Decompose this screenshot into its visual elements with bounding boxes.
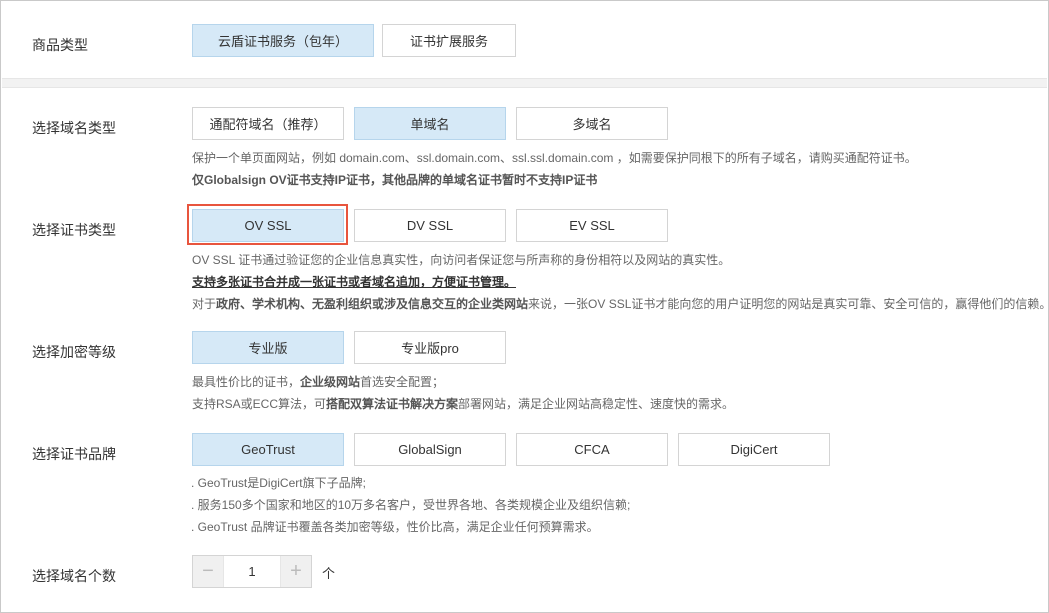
option-wildcard-domain[interactable]: 通配符域名（推荐） xyxy=(192,107,344,140)
option-cloud-shield-cert-annual[interactable]: 云盾证书服务（包年） xyxy=(192,24,374,57)
cert-type-desc-line2: 支持多张证书合并成一张证书或者域名追加，方便证书管理。 xyxy=(192,275,517,289)
option-ov-ssl[interactable]: OV SSL xyxy=(192,209,344,242)
option-geotrust[interactable]: GeoTrust xyxy=(192,433,344,466)
cert-brand-desc-line1: . GeoTrust是DigiCert旗下子品牌; xyxy=(191,476,366,490)
option-professional-pro[interactable]: 专业版pro xyxy=(354,331,506,364)
cert-brand-label: 选择证书品牌 xyxy=(32,446,116,462)
option-single-domain[interactable]: 单域名 xyxy=(354,107,506,140)
cert-brand-desc-line2: . 服务150多个国家和地区的10万多名客户，受世界各地、各类规模企业及组织信赖… xyxy=(191,498,631,512)
cert-type-desc-line1: OV SSL 证书通过验证您的企业信息真实性，向访问者保证您与所声称的身份相符以… xyxy=(192,253,731,267)
domain-count-label: 选择域名个数 xyxy=(32,568,116,584)
domain-count-input[interactable]: 1 xyxy=(223,556,281,587)
encryption-desc-line2-suffix: 部署网站，满足企业网站高稳定性、速度快的需求。 xyxy=(458,397,735,411)
domain-type-label: 选择域名类型 xyxy=(32,120,116,136)
cert-type-desc-line3: 对于政府、学术机构、无盈利组织或涉及信息交互的企业类网站来说，一张OV SSL证… xyxy=(192,293,1049,315)
decrement-button[interactable]: − xyxy=(193,556,223,587)
product-type-section xyxy=(2,2,1047,78)
encryption-desc-line1-prefix: 最具性价比的证书， xyxy=(192,375,301,389)
cert-type-description: OV SSL 证书通过验证您的企业信息真实性，向访问者保证您与所声称的身份相符以… xyxy=(192,249,1049,315)
domain-type-description: 保护一个单页面网站，例如 domain.com、ssl.domain.com、s… xyxy=(192,147,917,191)
domain-count-stepper: − 1 + xyxy=(192,555,312,588)
domain-type-desc-line1: 保护一个单页面网站，例如 domain.com、ssl.domain.com、s… xyxy=(192,151,917,165)
option-cfca[interactable]: CFCA xyxy=(516,433,668,466)
increment-button[interactable]: + xyxy=(281,556,311,587)
encryption-desc-line1-suffix: 首选安全配置； xyxy=(360,375,445,389)
option-professional[interactable]: 专业版 xyxy=(192,331,344,364)
cert-brand-desc-line3: . GeoTrust 品牌证书覆盖各类加密等级，性价比高，满足企业任何预算需求。 xyxy=(191,520,599,534)
option-digicert[interactable]: DigiCert xyxy=(678,433,830,466)
encryption-desc-line2-prefix: 支持RSA或ECC算法，可 xyxy=(192,397,327,411)
option-cert-extension[interactable]: 证书扩展服务 xyxy=(382,24,516,57)
cert-brand-description: . GeoTrust是DigiCert旗下子品牌; . 服务150多个国家和地区… xyxy=(191,472,630,538)
option-globalsign[interactable]: GlobalSign xyxy=(354,433,506,466)
encryption-level-description: 最具性价比的证书，企业级网站首选安全配置； 支持RSA或ECC算法，可搭配双算法… xyxy=(192,371,734,415)
option-multi-domain[interactable]: 多域名 xyxy=(516,107,668,140)
encryption-desc-line2-emphasis: 搭配双算法证书解决方案 xyxy=(326,397,459,411)
encryption-desc-line1-emphasis: 企业级网站 xyxy=(300,375,361,389)
encryption-level-desc-line2: 支持RSA或ECC算法，可搭配双算法证书解决方案部署网站，满足企业网站高稳定性、… xyxy=(192,393,734,415)
domain-count-unit: 个 xyxy=(322,566,336,581)
cert-type-label: 选择证书类型 xyxy=(32,222,116,238)
domain-type-desc-line2: 仅Globalsign OV证书支持IP证书，其他品牌的单域名证书暂时不支持IP… xyxy=(192,173,598,187)
option-ev-ssl[interactable]: EV SSL xyxy=(516,209,668,242)
cert-type-desc-line3-emphasis: 政府、学术机构、无盈利组织或涉及信息交互的企业类网站 xyxy=(216,297,529,311)
product-type-label: 商品类型 xyxy=(32,37,88,53)
cert-type-desc-line3-prefix: 对于 xyxy=(192,297,217,311)
cert-type-desc-line3-suffix: 来说，一张OV SSL证书才能向您的用户证明您的网站是真实可靠、安全可信的，赢得… xyxy=(528,297,1049,311)
option-dv-ssl[interactable]: DV SSL xyxy=(354,209,506,242)
encryption-level-label: 选择加密等级 xyxy=(32,344,116,360)
section-divider xyxy=(2,78,1047,88)
encryption-level-desc-line1: 最具性价比的证书，企业级网站首选安全配置； xyxy=(192,371,734,393)
